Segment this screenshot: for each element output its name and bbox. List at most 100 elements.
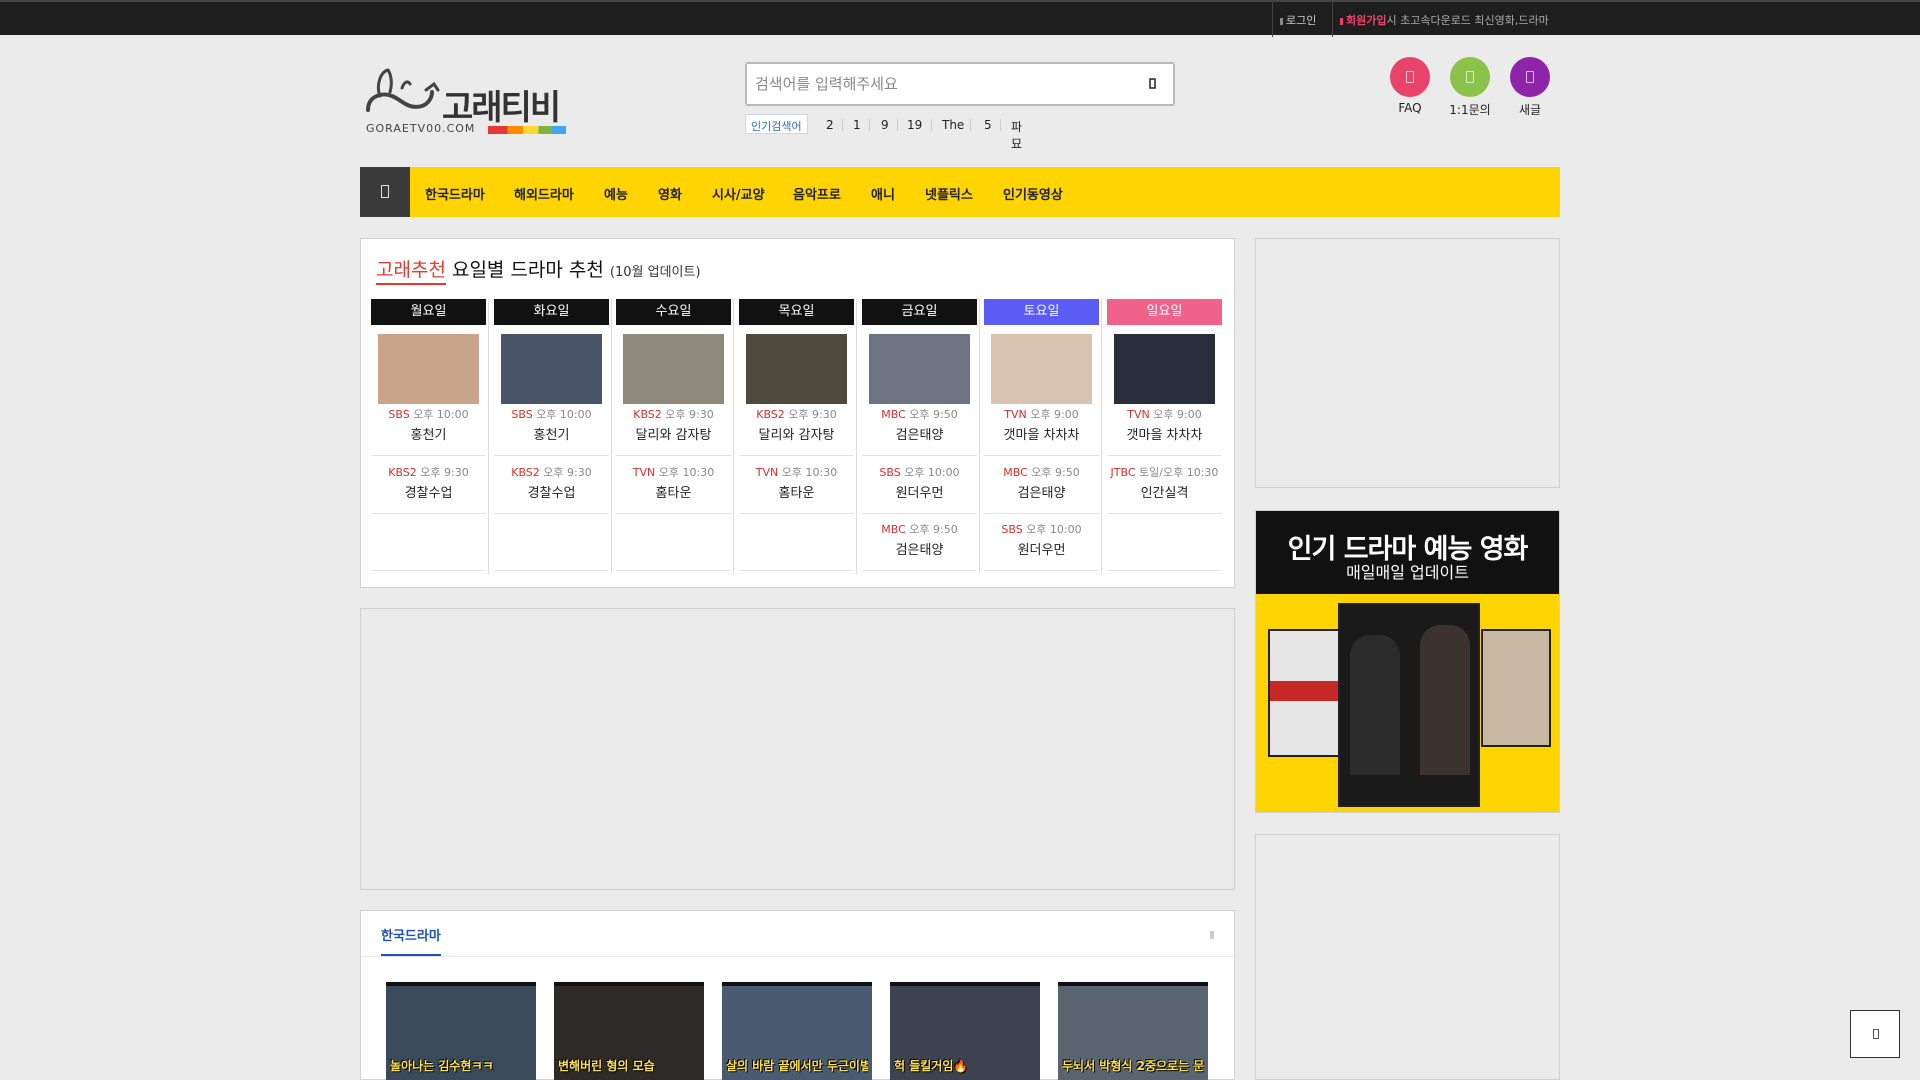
show-slot[interactable]: JTBC 토일/오후 10:30 인간실격: [1107, 464, 1222, 514]
day-header[interactable]: 목요일: [739, 299, 854, 325]
show-title[interactable]: 홍천기: [494, 424, 609, 443]
signup-link[interactable]: 회원가입시 초고속다운로드 최신영화,드라마: [1340, 12, 1549, 28]
show-slot[interactable]: TVN 오후 9:00 갯마을 차차차: [1107, 406, 1222, 456]
login-label: 로그인: [1286, 14, 1317, 27]
nav-item-movie[interactable]: 영화: [658, 184, 682, 203]
show-slot[interactable]: SBS 오후 10:00 홍천기: [371, 406, 486, 456]
day-header[interactable]: 금요일: [862, 299, 977, 325]
drama-thumbnail[interactable]: [623, 334, 724, 404]
keyword-link[interactable]: 5: [984, 118, 992, 132]
keyword-link[interactable]: 9: [881, 118, 889, 132]
scroll-top-button[interactable]: [1850, 1010, 1900, 1058]
login-icon: [1280, 17, 1283, 25]
nav-item-anime[interactable]: 애니: [871, 184, 895, 203]
show-title[interactable]: 원더우먼: [984, 539, 1099, 558]
video-caption: 헉 들킬거임🔥: [894, 1059, 969, 1073]
show-title[interactable]: 달리와 감자탕: [739, 424, 854, 443]
show-slot[interactable]: KBS2 오후 9:30 달리와 감자탕: [739, 406, 854, 456]
day-column: 일요일 TVN 오후 9:00 갯마을 차차차 JTBC 토일/오후 10:30 인간실…: [1107, 299, 1222, 574]
keyword-link[interactable]: 2: [826, 118, 834, 132]
show-slot[interactable]: MBC 오후 9:50 검은태양: [984, 464, 1099, 514]
video-thumbnail[interactable]: 변해버린 형의 모습: [554, 982, 704, 1080]
popular-label: 인기검색어: [745, 114, 808, 134]
show-title[interactable]: 검은태양: [984, 482, 1099, 501]
video-thumbnail[interactable]: 살의 바람 끝에서만 두근이별: [722, 982, 872, 1080]
divider: [733, 299, 734, 574]
search-input[interactable]: [755, 64, 1115, 104]
video-thumbnail[interactable]: 놀아나는 김수현ㅋㅋ: [386, 982, 536, 1080]
nav-item-current-affairs[interactable]: 시사/교양: [712, 184, 765, 203]
video-caption: 놀아나는 김수현ㅋㅋ: [390, 1059, 494, 1073]
new-posts-button[interactable]: [1510, 57, 1550, 97]
faq-button[interactable]: [1390, 57, 1430, 97]
drama-thumbnail[interactable]: [746, 334, 847, 404]
network-label: SBS: [879, 466, 901, 479]
network-label: TVN: [1004, 408, 1027, 421]
keyword-link[interactable]: 19: [907, 118, 922, 132]
show-title[interactable]: 검은태양: [862, 424, 977, 443]
day-header[interactable]: 화요일: [494, 299, 609, 325]
promo-banner[interactable]: 인기 드라마 예능 영화 매일매일 업데이트: [1255, 510, 1560, 813]
signup-icon: [1340, 17, 1343, 25]
show-title[interactable]: 홈타운: [616, 482, 731, 501]
show-slot[interactable]: KBS2 오후 9:30 달리와 감자탕: [616, 406, 731, 456]
nav-item-foreign-drama[interactable]: 해외드라마: [514, 184, 574, 203]
show-title[interactable]: 경찰수업: [494, 482, 609, 501]
show-title[interactable]: 갯마을 차차차: [984, 424, 1099, 443]
show-title[interactable]: 검은태양: [862, 539, 977, 558]
home-button[interactable]: [360, 167, 410, 217]
show-slot[interactable]: TVN 오후 10:30 홈타운: [739, 464, 854, 514]
nav-item-variety[interactable]: 예능: [604, 184, 628, 203]
show-slot[interactable]: TVN 오후 10:30 홈타운: [616, 464, 731, 514]
drama-thumbnail[interactable]: [378, 334, 479, 404]
show-title[interactable]: 인간실격: [1107, 482, 1222, 501]
show-channel: KBS2 오후 9:30: [739, 406, 854, 422]
tab-korean-drama[interactable]: 한국드라마: [381, 925, 441, 956]
keyword-link[interactable]: 파묘: [1011, 118, 1022, 152]
divider: [361, 956, 1234, 957]
drama-thumbnail[interactable]: [869, 334, 970, 404]
nav-item-music[interactable]: 음악프로: [793, 184, 841, 203]
day-header[interactable]: 수요일: [616, 299, 731, 325]
show-slot[interactable]: KBS2 오후 9:30 경찰수업: [371, 464, 486, 514]
show-title[interactable]: 달리와 감자탕: [616, 424, 731, 443]
inquiry-button[interactable]: [1450, 57, 1490, 97]
drama-thumbnail[interactable]: [1114, 334, 1215, 404]
network-label: MBC: [1003, 466, 1028, 479]
day-header[interactable]: 토요일: [984, 299, 1099, 325]
show-slot[interactable]: SBS 오후 10:00 원더우먼: [862, 464, 977, 514]
show-slot[interactable]: KBS2 오후 9:30 경찰수업: [494, 464, 609, 514]
keyword-link[interactable]: 1: [853, 118, 861, 132]
show-title[interactable]: 홍천기: [371, 424, 486, 443]
keyword-link[interactable]: The: [942, 118, 964, 132]
document-icon: [1526, 71, 1534, 83]
air-time: 오후 10:00: [904, 466, 960, 479]
divider: [970, 119, 971, 131]
drama-thumbnail[interactable]: [991, 334, 1092, 404]
show-slot[interactable]: TVN 오후 9:00 갯마을 차차차: [984, 406, 1099, 456]
video-thumbnail[interactable]: 헉 들킬거임🔥: [890, 982, 1040, 1080]
show-slot[interactable]: SBS 오후 10:00 원더우먼: [984, 521, 1099, 571]
show-slot[interactable]: SBS 오후 10:00 홍천기: [494, 406, 609, 456]
show-slot[interactable]: MBC 오후 9:50 검은태양: [862, 406, 977, 456]
show-title[interactable]: 원더우먼: [862, 482, 977, 501]
drama-thumbnail[interactable]: [501, 334, 602, 404]
more-icon[interactable]: [1210, 931, 1214, 939]
show-title[interactable]: 경찰수업: [371, 482, 486, 501]
video-thumbnail[interactable]: 두뇌서 박형식 2중으로는 문밖: [1058, 982, 1208, 1080]
show-slot[interactable]: MBC 오후 9:50 검은태양: [862, 521, 977, 571]
air-time: 오후 10:30: [658, 466, 715, 479]
site-logo[interactable]: 고래티비 GORAETV00.COM: [362, 66, 572, 138]
poster-image: [1268, 629, 1343, 757]
day-header[interactable]: 월요일: [371, 299, 486, 325]
divider: [979, 299, 980, 574]
search-icon[interactable]: [1143, 74, 1163, 94]
login-link[interactable]: 로그인: [1280, 12, 1316, 28]
show-title[interactable]: 홈타운: [739, 482, 854, 501]
nav-item-popular-video[interactable]: 인기동영상: [1003, 184, 1063, 203]
show-title[interactable]: 갯마을 차차차: [1107, 424, 1222, 443]
nav-item-korean-drama[interactable]: 한국드라마: [425, 184, 485, 203]
korean-drama-section: 한국드라마 놀아나는 김수현ㅋㅋ 변해버린 형의 모습 살의 바람 끝에서만 두근이…: [360, 910, 1235, 1080]
day-header[interactable]: 일요일: [1107, 299, 1222, 325]
nav-item-netflix[interactable]: 넷플릭스: [925, 184, 973, 203]
